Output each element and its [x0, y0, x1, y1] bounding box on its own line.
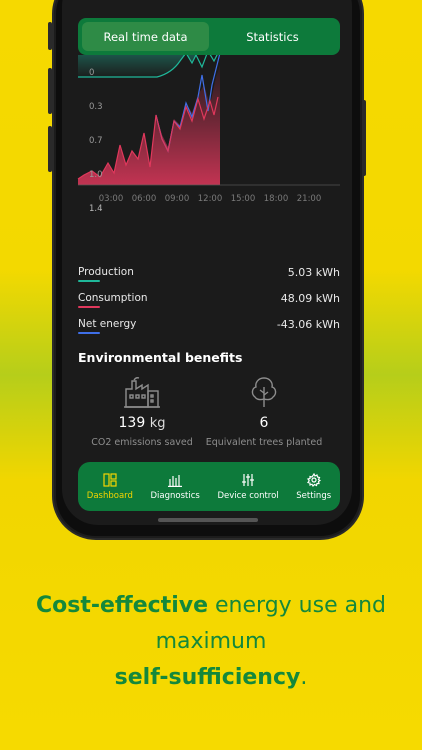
dashboard-icon: [103, 472, 117, 487]
nav-dashboard[interactable]: Dashboard: [86, 472, 133, 501]
consumption-area: [78, 65, 220, 185]
nav-diagnostics[interactable]: Diagnostics: [151, 473, 200, 501]
net-energy-swatch: [78, 332, 100, 334]
y-tick: 1.4: [89, 204, 103, 214]
tagline-emphasis-1: Cost-effective: [36, 593, 209, 618]
home-indicator: [158, 518, 258, 522]
factory-icon: [124, 377, 160, 408]
legend-value-consumption: 48.09 kWh: [280, 291, 340, 305]
x-tick: 21:00: [297, 194, 322, 204]
production-swatch: [78, 280, 100, 282]
co2-unit: kg: [149, 416, 166, 431]
bottom-nav: Dashboard Diagnostics Device control Set…: [78, 462, 340, 511]
app-screen: Real time data Statistics 0 0.3 0.7 1.0 …: [62, 0, 352, 525]
gear-icon: [306, 472, 321, 487]
legend-value-net-energy: -43.06 kWh: [276, 317, 340, 331]
tab-statistics[interactable]: Statistics: [209, 22, 336, 51]
co2-benefit: 139 kg CO2 emissions saved: [82, 375, 202, 448]
tagline-text-2: .: [300, 665, 308, 690]
trees-caption: Equivalent trees planted: [205, 437, 323, 448]
legend-text: Net energy: [78, 318, 137, 330]
nav-device-control-label: Device control: [217, 490, 279, 501]
co2-caption: CO2 emissions saved: [91, 437, 193, 448]
trees-value: 6: [259, 415, 269, 431]
legend-row-net-energy: Net energy -43.06 kWh: [78, 314, 340, 334]
legend-text: Consumption: [78, 292, 148, 304]
legend-value-production: 5.03 kWh: [287, 265, 340, 279]
x-tick: 06:00: [132, 194, 157, 204]
view-tabs: Real time data Statistics: [78, 18, 340, 55]
marketing-tagline: Cost-effective energy use and maximum se…: [0, 588, 422, 696]
x-tick: 15:00: [231, 194, 256, 204]
energy-chart: 0 0.3 0.7 1.0 1.4 03:00 06:00 09:00 12:0…: [77, 55, 340, 214]
tab-realtime[interactable]: Real time data: [82, 22, 209, 51]
legend-label-net-energy: Net energy: [78, 318, 137, 334]
co2-number: 139: [118, 415, 146, 431]
nav-settings[interactable]: Settings: [296, 472, 332, 501]
legend-label-consumption: Consumption: [78, 292, 148, 308]
production-area: [78, 55, 196, 77]
legend-row-production: Production 5.03 kWh: [78, 262, 340, 282]
legend-text: Production: [78, 266, 134, 278]
co2-value: 139 kg: [82, 415, 202, 431]
sliders-icon: [242, 473, 255, 486]
y-tick: 0.3: [89, 102, 103, 112]
legend-label-production: Production: [78, 266, 134, 282]
environmental-benefits-title: Environmental benefits: [78, 350, 243, 365]
x-tick: 03:00: [99, 194, 124, 204]
legend-row-consumption: Consumption 48.09 kWh: [78, 288, 340, 308]
x-tick: 09:00: [165, 194, 190, 204]
y-tick: 0.7: [89, 136, 103, 146]
nav-device-control[interactable]: Device control: [217, 473, 279, 501]
tagline-emphasis-2: self-sufficiency: [114, 665, 301, 690]
y-tick: 0: [89, 68, 94, 78]
nav-diagnostics-label: Diagnostics: [150, 490, 200, 501]
bar-chart-icon: [168, 474, 183, 487]
nav-dashboard-label: Dashboard: [86, 490, 133, 501]
x-tick: 12:00: [198, 194, 223, 204]
y-tick: 1.0: [89, 170, 103, 180]
trees-benefit: 6 Equivalent trees planted: [204, 375, 324, 448]
tree-icon: [251, 377, 277, 407]
x-tick: 18:00: [264, 194, 289, 204]
nav-settings-label: Settings: [296, 490, 332, 501]
consumption-swatch: [78, 306, 100, 308]
